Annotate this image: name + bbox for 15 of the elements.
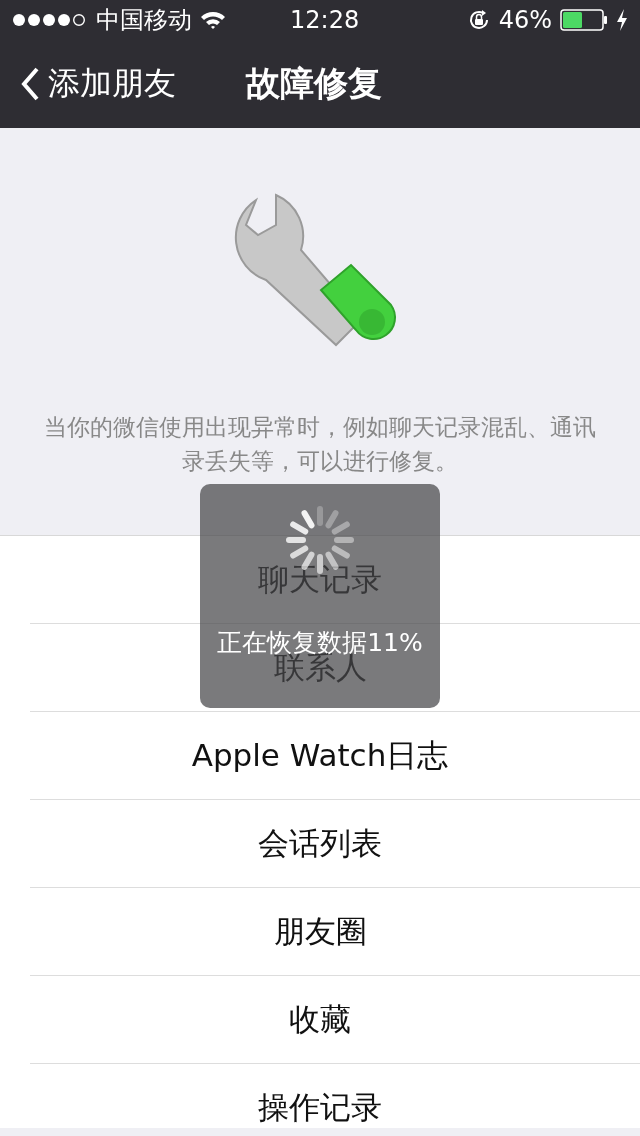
- clock-time: 12:28: [290, 6, 360, 34]
- repair-option[interactable]: 朋友圈: [30, 888, 640, 976]
- repair-option[interactable]: Apple Watch日志: [30, 712, 640, 800]
- repair-option[interactable]: 会话列表: [30, 800, 640, 888]
- description-text: 当你的微信使用出现异常时，例如聊天记录混乱、通讯录丢失等，可以进行修复。: [44, 413, 596, 476]
- repair-option[interactable]: 收藏: [30, 976, 640, 1064]
- chevron-left-icon: [20, 67, 40, 101]
- charging-icon: [616, 9, 628, 31]
- battery-percent: 46%: [498, 6, 552, 34]
- battery-icon: [560, 9, 608, 31]
- carrier-name: 中国移动: [96, 5, 192, 36]
- signal-icon: [12, 13, 88, 27]
- wifi-icon: [200, 10, 226, 30]
- back-button[interactable]: 添加朋友: [0, 62, 176, 106]
- page-title: 故障修复: [246, 62, 382, 105]
